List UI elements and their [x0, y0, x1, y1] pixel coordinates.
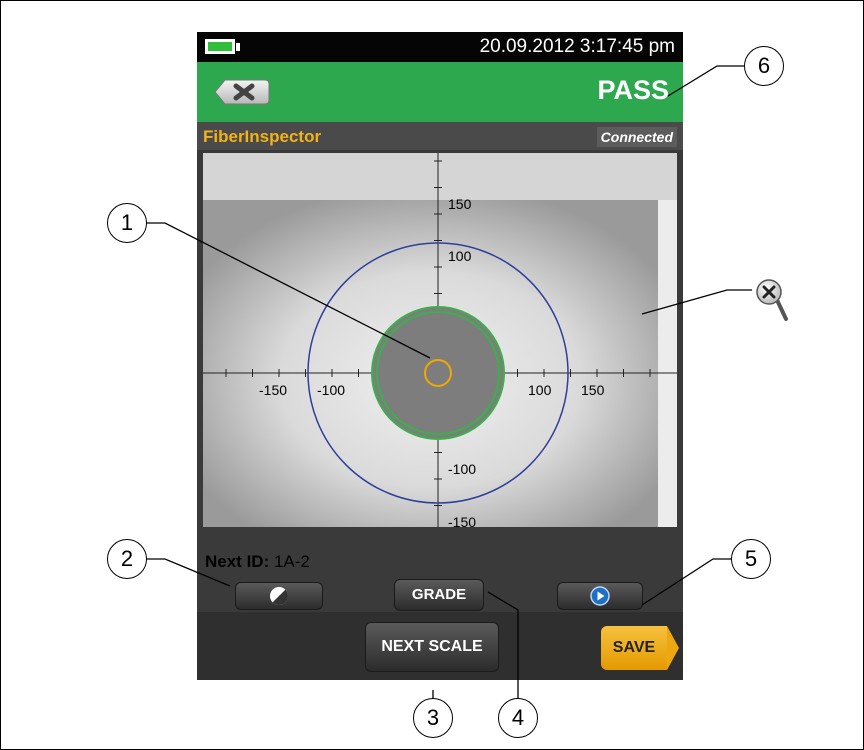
callout-3: 3: [413, 698, 453, 738]
callout-leaders: [147, 65, 752, 718]
callout-2: 2: [107, 539, 147, 579]
callout-6: 6: [744, 46, 784, 86]
callout-1: 1: [107, 203, 147, 243]
callout-5: 5: [731, 539, 771, 579]
callout-4: 4: [498, 698, 538, 738]
